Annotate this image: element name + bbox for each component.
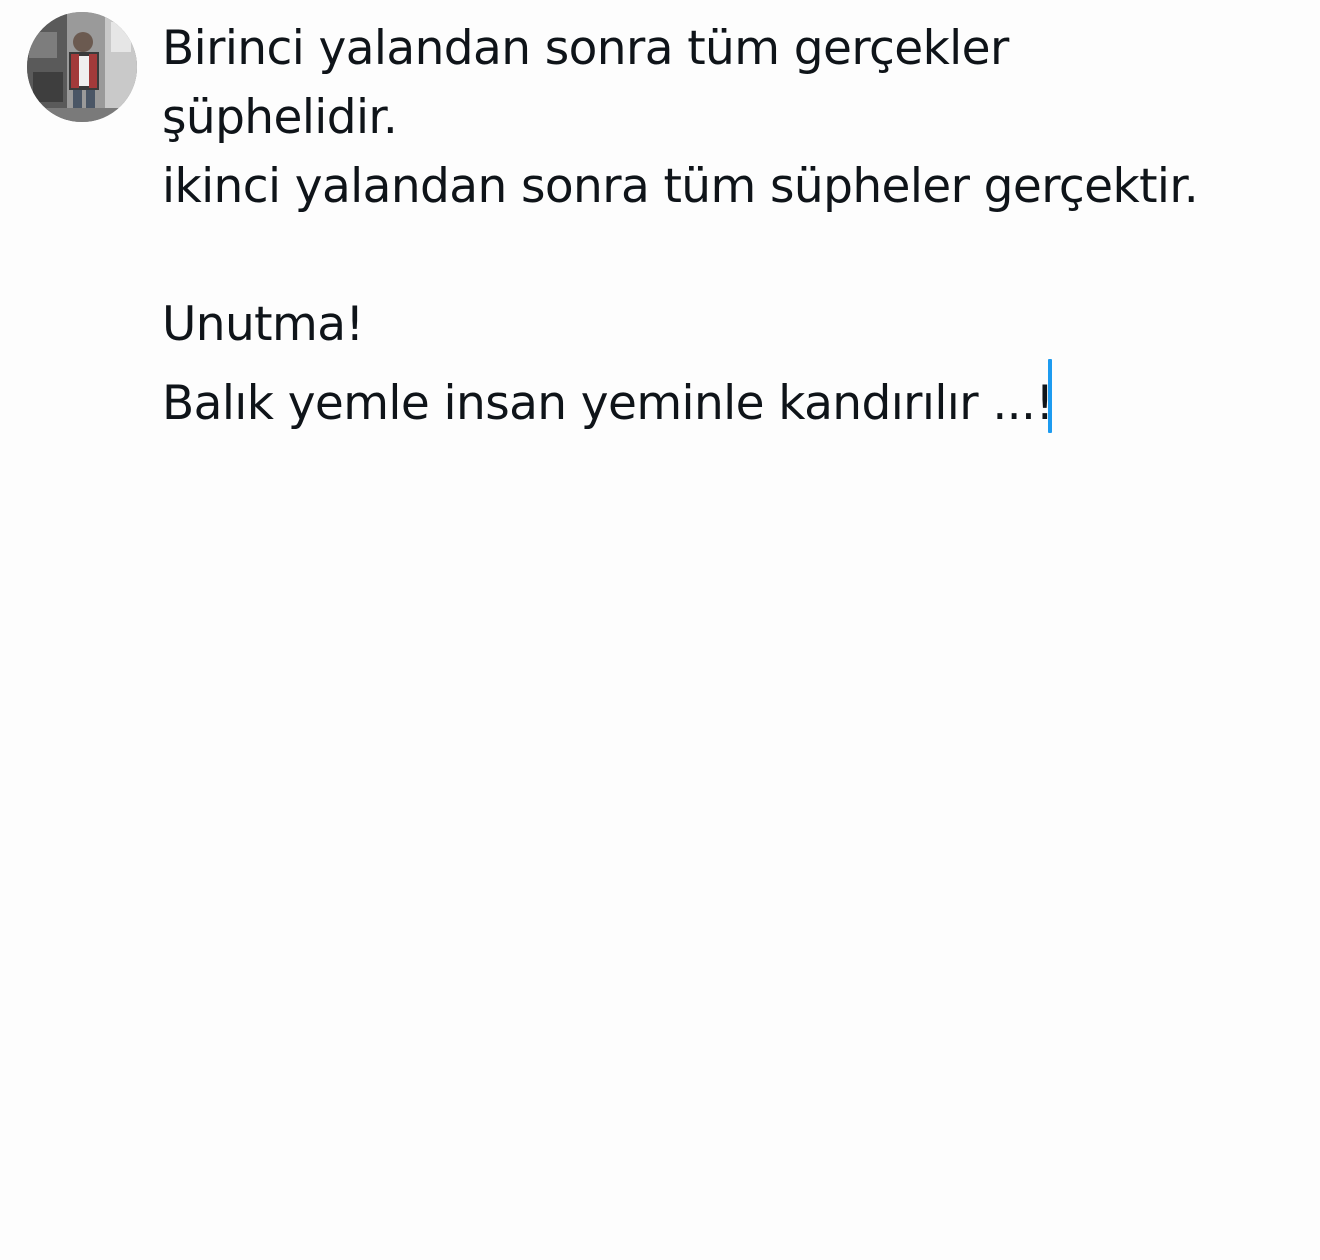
user-avatar-icon <box>27 12 137 122</box>
empty-line <box>162 221 1312 290</box>
last-line-text: Balık yemle insan yeminle kandırılır ...… <box>162 376 1054 431</box>
text-line: ikinci yalandan sonra tüm süpheler gerçe… <box>162 159 1199 214</box>
text-caret <box>1047 359 1052 433</box>
avatar[interactable] <box>27 12 137 122</box>
text-line: Unutma! <box>162 297 364 352</box>
text-line: Birinci yalandan sonra tüm gerçekler <box>162 21 1009 76</box>
text-line: şüphelidir. <box>162 90 398 145</box>
text-line-last: Balık yemle insan yeminle kandırılır ...… <box>162 359 1312 433</box>
tweet-text-editor[interactable]: Birinci yalandan sonra tüm gerçekler şüp… <box>162 14 1312 433</box>
tweet-composer: Birinci yalandan sonra tüm gerçekler şüp… <box>0 0 1320 1260</box>
